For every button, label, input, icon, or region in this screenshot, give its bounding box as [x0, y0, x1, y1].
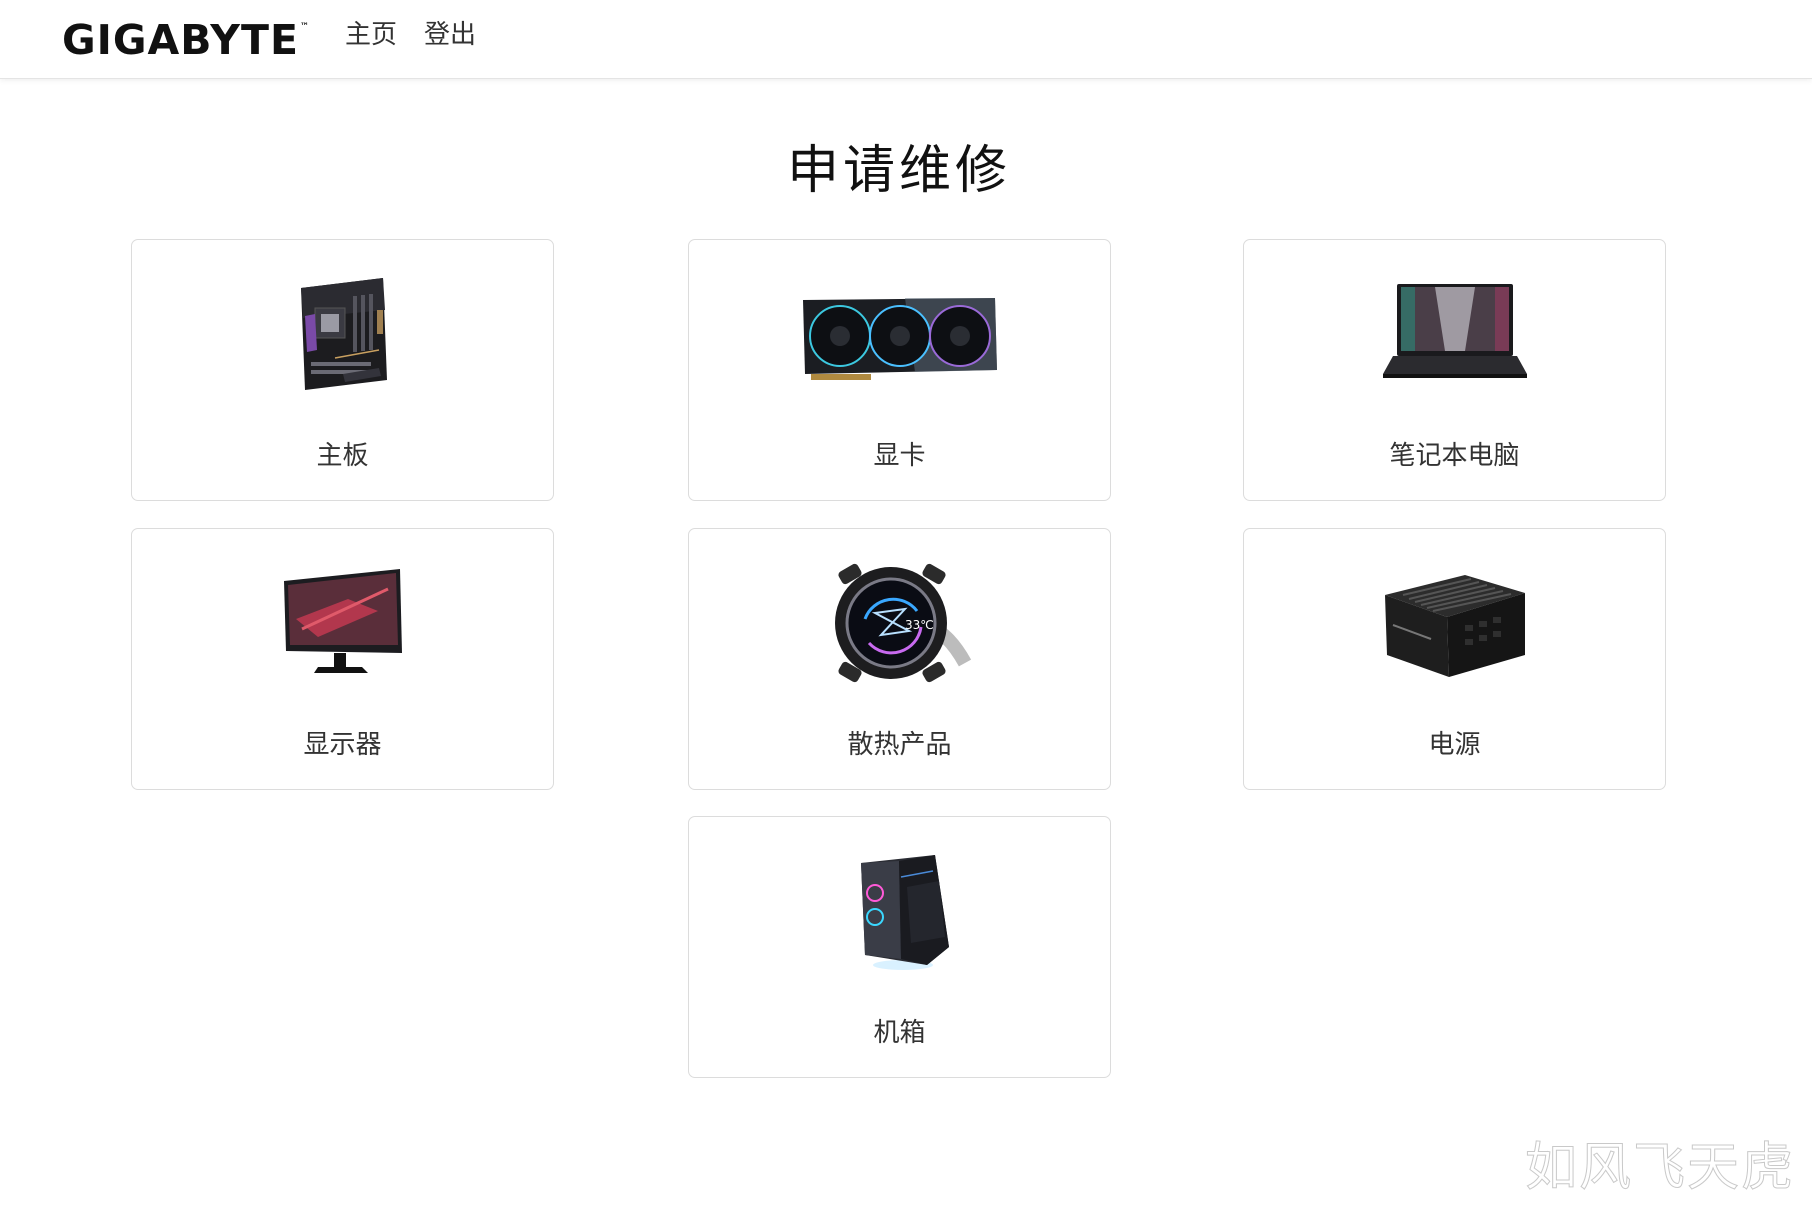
- category-label: 显示器: [303, 730, 382, 760]
- category-label: 散热产品: [847, 730, 952, 760]
- monitor-icon: [132, 559, 553, 689]
- graphics-card-icon: [689, 270, 1110, 400]
- category-card-graphics-card[interactable]: 显卡: [688, 239, 1111, 501]
- category-grid: 主板 显卡 笔记本电脑 显示器 33℃ 散热产品 电源 机箱: [0, 0, 1812, 1220]
- category-label: 显卡: [873, 441, 926, 471]
- category-card-liquid-cooler[interactable]: 33℃ 散热产品: [688, 528, 1111, 790]
- motherboard-icon: [132, 270, 553, 400]
- category-card-motherboard[interactable]: 主板: [131, 239, 554, 501]
- category-card-monitor[interactable]: 显示器: [131, 528, 554, 790]
- power-supply-icon: [1244, 559, 1665, 689]
- watermark-text: 如风飞天虎: [1524, 1138, 1796, 1199]
- category-label: 电源: [1428, 730, 1481, 760]
- category-card-pc-case[interactable]: 机箱: [688, 816, 1111, 1078]
- category-label: 机箱: [873, 1018, 926, 1048]
- pc-case-icon: [689, 847, 1110, 977]
- category-card-power-supply[interactable]: 电源: [1243, 528, 1666, 790]
- svg-text:33℃: 33℃: [905, 618, 934, 632]
- category-label: 主板: [316, 441, 369, 471]
- laptop-icon: [1244, 270, 1665, 400]
- category-label: 笔记本电脑: [1389, 441, 1520, 471]
- category-card-laptop[interactable]: 笔记本电脑: [1243, 239, 1666, 501]
- liquid-cooler-icon: 33℃: [689, 559, 1110, 689]
